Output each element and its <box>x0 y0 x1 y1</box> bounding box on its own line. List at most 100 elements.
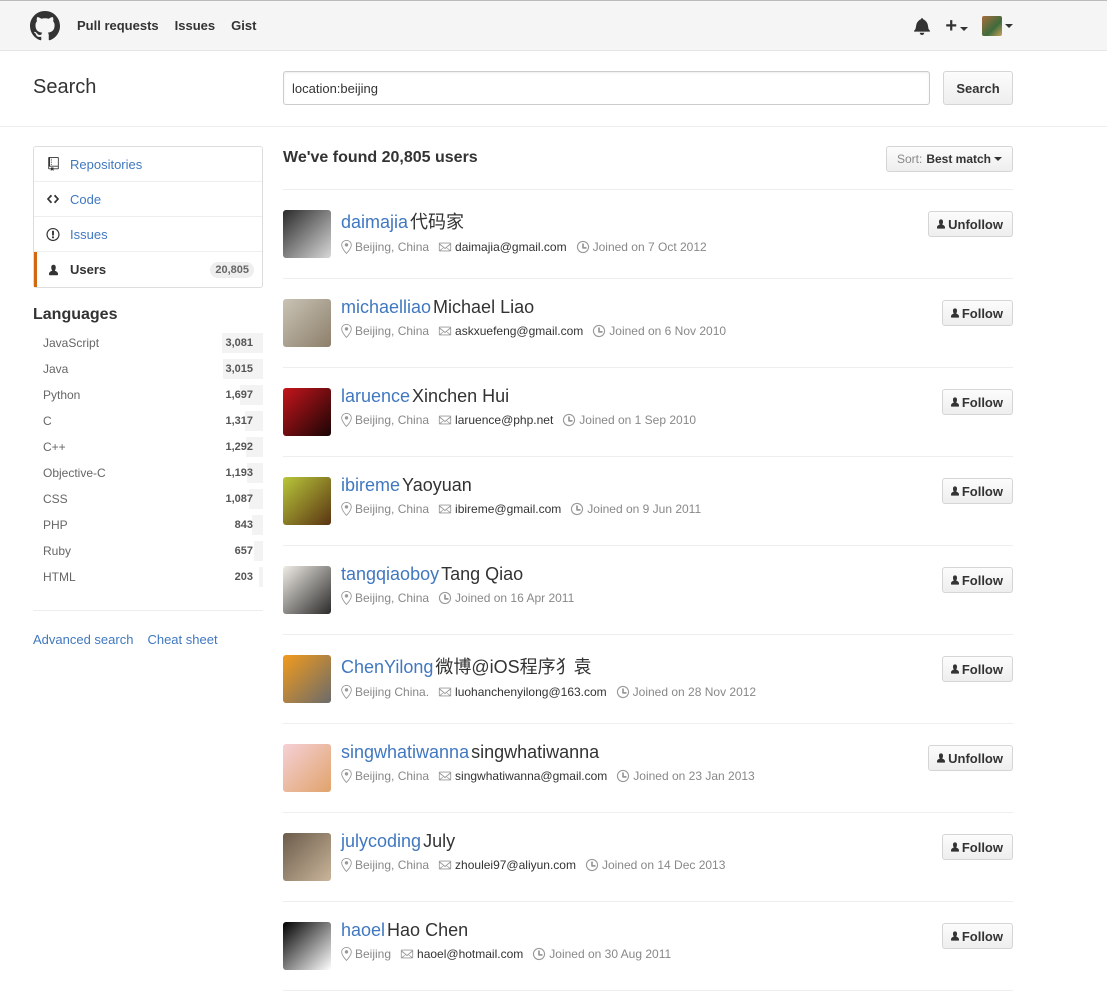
user-meta: Beijing, China singwhatiwanna@gmail.com Jo… <box>341 769 764 783</box>
user-email[interactable]: ibireme@gmail.com <box>438 502 561 516</box>
user-full-name: July <box>423 831 456 851</box>
mail-icon <box>438 504 452 514</box>
language-filter-item[interactable]: CSS 1,087 <box>33 486 263 512</box>
user-full-name: Michael Liao <box>433 297 535 317</box>
language-name: Python <box>43 388 81 402</box>
avatar[interactable] <box>283 655 331 703</box>
search-button[interactable]: Search <box>943 71 1013 105</box>
language-filter-item[interactable]: HTML 203 <box>33 564 263 590</box>
user-login-link[interactable]: haoel <box>341 920 385 940</box>
language-filter-item[interactable]: Ruby 657 <box>33 538 263 564</box>
language-name: C++ <box>43 440 66 454</box>
user-login-link[interactable]: ChenYilong <box>341 657 433 677</box>
avatar[interactable] <box>283 477 331 525</box>
user-email[interactable]: askxuefeng@gmail.com <box>438 324 583 338</box>
avatar[interactable] <box>283 833 331 881</box>
language-count: 1,193 <box>225 467 253 479</box>
mail-icon <box>438 326 452 336</box>
bell-icon[interactable] <box>913 17 931 35</box>
avatar[interactable] <box>283 299 331 347</box>
avatar[interactable] <box>283 388 331 436</box>
follow-button[interactable]: Follow <box>941 478 1013 504</box>
joined-text: Joined on 28 Nov 2012 <box>632 685 757 699</box>
joined-text: Joined on 14 Dec 2013 <box>601 858 726 872</box>
language-filter-item[interactable]: Java 3,015 <box>33 356 263 382</box>
search-input[interactable] <box>283 71 930 105</box>
user-email[interactable]: daimajia@gmail.com <box>438 240 567 254</box>
menu-item-label: Issues <box>70 226 108 242</box>
user-email[interactable]: laruence@php.net <box>438 413 553 427</box>
nav-issues[interactable]: Issues <box>175 18 215 33</box>
language-filter-item[interactable]: Objective-C 1,193 <box>33 460 263 486</box>
user-login-link[interactable]: daimajia <box>341 212 408 232</box>
language-filter-item[interactable]: JavaScript 3,081 <box>33 330 263 356</box>
menu-item-code[interactable]: Code <box>34 182 262 217</box>
language-count: 1,292 <box>225 441 253 453</box>
mail-icon <box>438 687 452 697</box>
menu-item-issues[interactable]: Issues <box>34 217 262 252</box>
user-joined: Joined on 14 Dec 2013 <box>585 858 725 872</box>
person-icon <box>950 397 959 407</box>
create-new-dropdown[interactable]: + <box>945 16 968 36</box>
language-filter-item[interactable]: C++ 1,292 <box>33 434 263 460</box>
language-filter-item[interactable]: C 1,317 <box>33 408 263 434</box>
sort-dropdown[interactable]: Sort: Best match <box>885 146 1013 172</box>
github-logo-icon[interactable] <box>30 11 60 41</box>
menu-item-users[interactable]: Users 20,805 <box>34 252 262 287</box>
user-meta: Beijing, China laruence@php.net Joined on … <box>341 413 705 427</box>
search-type-menu: Repositories Code Issues Users 20,805 <box>33 146 263 288</box>
avatar[interactable] <box>283 922 331 970</box>
user-email[interactable]: zhoulei97@aliyun.com <box>438 858 576 872</box>
user-login-link[interactable]: ibireme <box>341 475 400 495</box>
follow-button[interactable]: Follow <box>941 389 1013 415</box>
nav-pull-requests[interactable]: Pull requests <box>77 18 159 33</box>
user-email[interactable]: singwhatiwanna@gmail.com <box>438 769 607 783</box>
sort-value: Best match <box>926 152 991 166</box>
email-text: luohanchenyilong@163.com <box>455 685 607 699</box>
user-menu-dropdown[interactable] <box>982 16 1013 36</box>
follow-button[interactable]: Follow <box>941 656 1013 682</box>
language-filter-item[interactable]: PHP 843 <box>33 512 263 538</box>
user-info: haoel Hao Chen Beijing haoel@hotmail.com Joi… <box>341 920 680 961</box>
user-login-link[interactable]: singwhatiwanna <box>341 742 469 762</box>
avatar[interactable] <box>283 210 331 258</box>
user-location: Beijing, China <box>341 858 429 872</box>
user-login-link[interactable]: tangqiaoboy <box>341 564 439 584</box>
users-count-badge: 20,805 <box>210 261 254 278</box>
user-email[interactable]: haoel@hotmail.com <box>400 947 523 961</box>
language-count-bar <box>252 515 263 535</box>
joined-text: Joined on 30 Aug 2011 <box>549 947 672 961</box>
user-login-link[interactable]: julycoding <box>341 831 421 851</box>
follow-button[interactable]: Follow <box>941 923 1013 949</box>
top-nav: Pull requests Issues Gist <box>77 18 256 33</box>
user-result-item: michaelliao Michael Liao Beijing, China ask… <box>283 279 1013 368</box>
user-info: ChenYilong 微博@iOS程序犭袁 Beijing China. luohan… <box>341 653 765 699</box>
language-count: 3,081 <box>225 337 253 349</box>
avatar[interactable] <box>283 566 331 614</box>
user-login-link[interactable]: michaelliao <box>341 297 431 317</box>
unfollow-button[interactable]: Unfollow <box>928 211 1013 237</box>
cheat-sheet-link[interactable]: Cheat sheet <box>147 632 217 647</box>
nav-gist[interactable]: Gist <box>231 18 256 33</box>
user-result-item: daimajia 代码家 Beijing, China daimajia@gmail.… <box>283 190 1013 279</box>
menu-item-repositories[interactable]: Repositories <box>34 147 262 182</box>
unfollow-button[interactable]: Unfollow <box>928 745 1013 771</box>
advanced-search-link[interactable]: Advanced search <box>33 632 133 647</box>
mail-icon <box>438 860 452 870</box>
user-result-item: ChenYilong 微博@iOS程序犭袁 Beijing China. luohan… <box>283 635 1013 724</box>
location-text: Beijing, China <box>355 591 430 605</box>
user-info: daimajia 代码家 Beijing, China daimajia@gmail.… <box>341 208 716 254</box>
user-meta: Beijing, China zhoulei97@aliyun.com Joined… <box>341 858 734 872</box>
user-joined: Joined on 7 Oct 2012 <box>576 240 707 254</box>
follow-button[interactable]: Follow <box>941 834 1013 860</box>
language-filter-item[interactable]: Python 1,697 <box>33 382 263 408</box>
user-email[interactable]: luohanchenyilong@163.com <box>438 685 607 699</box>
user-result-item: singwhatiwanna singwhatiwanna Beijing, Chi… <box>283 724 1013 813</box>
joined-text: Joined on 16 Apr 2011 <box>455 591 575 605</box>
follow-button[interactable]: Follow <box>941 300 1013 326</box>
clock-icon <box>533 947 546 961</box>
avatar[interactable] <box>283 744 331 792</box>
user-login-link[interactable]: laruence <box>341 386 410 406</box>
follow-button[interactable]: Follow <box>941 567 1013 593</box>
divider <box>33 610 263 611</box>
